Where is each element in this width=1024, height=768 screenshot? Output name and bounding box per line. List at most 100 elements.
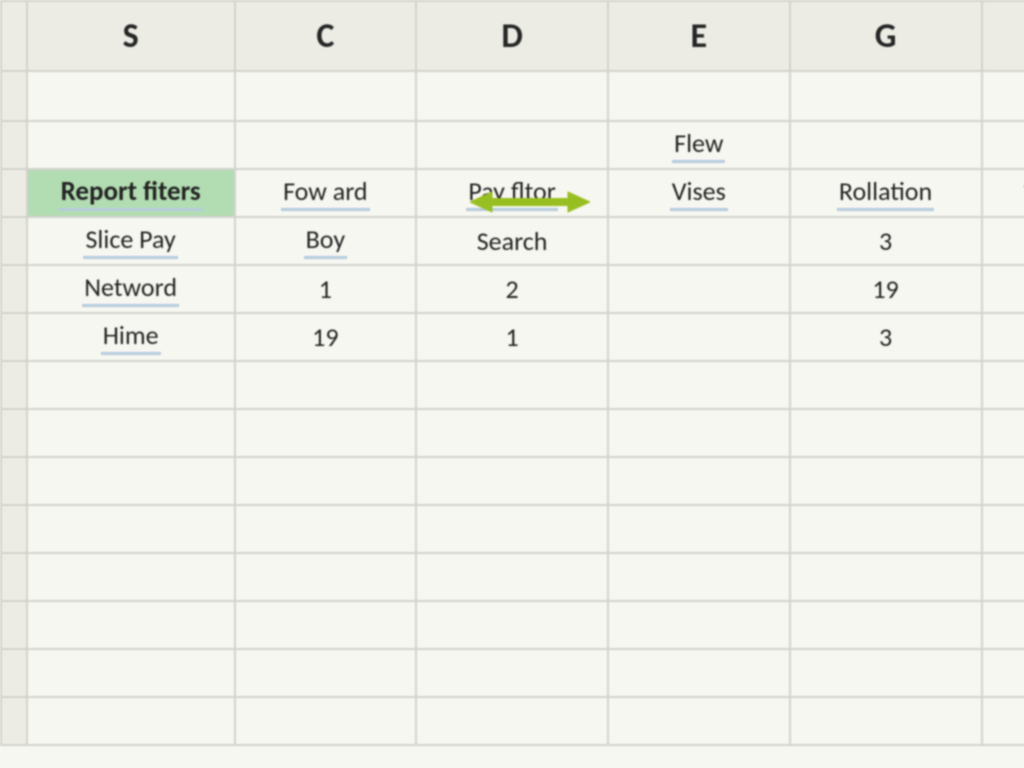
row-3-headers[interactable]: Report fiters Fow ard Pay fltor Vises Ro… xyxy=(1,169,1024,217)
cell[interactable] xyxy=(608,361,789,409)
cell[interactable] xyxy=(235,697,416,745)
row-number[interactable] xyxy=(1,121,27,169)
cell[interactable] xyxy=(416,71,608,121)
cell[interactable] xyxy=(790,71,982,121)
cell[interactable] xyxy=(982,601,1024,649)
cell[interactable] xyxy=(982,71,1024,121)
cell[interactable] xyxy=(982,409,1024,457)
row-number[interactable] xyxy=(1,457,27,505)
cell[interactable] xyxy=(27,697,235,745)
cell[interactable] xyxy=(982,217,1024,265)
cell[interactable] xyxy=(235,601,416,649)
cell[interactable] xyxy=(982,505,1024,553)
cell[interactable] xyxy=(608,697,789,745)
cell[interactable] xyxy=(982,313,1024,361)
row-number[interactable] xyxy=(1,169,27,217)
row-5[interactable]: Netword 1 2 19 xyxy=(1,265,1024,313)
cell[interactable]: Boy xyxy=(235,217,416,265)
cell[interactable] xyxy=(608,505,789,553)
cell[interactable]: Netword xyxy=(27,265,235,313)
row-number[interactable] xyxy=(1,505,27,553)
cell[interactable] xyxy=(608,265,789,313)
cell[interactable] xyxy=(27,409,235,457)
row-8[interactable] xyxy=(1,409,1024,457)
column-header-d[interactable]: D xyxy=(416,1,608,71)
cell[interactable]: 3 xyxy=(790,217,982,265)
cell[interactable] xyxy=(608,313,789,361)
grid-table[interactable]: S C D E G Flew xyxy=(0,0,1024,746)
cell[interactable] xyxy=(790,601,982,649)
cell[interactable] xyxy=(27,121,235,169)
spreadsheet[interactable]: S C D E G Flew xyxy=(0,0,1024,768)
row-7[interactable] xyxy=(1,361,1024,409)
row-10[interactable] xyxy=(1,505,1024,553)
column-header-row[interactable]: S C D E G xyxy=(1,1,1024,71)
cell-report-fiters[interactable]: Report fiters xyxy=(27,169,235,217)
row-1[interactable] xyxy=(1,71,1024,121)
column-header-e[interactable]: E xyxy=(608,1,789,71)
cell[interactable] xyxy=(416,457,608,505)
column-header-c[interactable]: C xyxy=(235,1,416,71)
row-number[interactable] xyxy=(1,361,27,409)
cell[interactable] xyxy=(416,553,608,601)
cell-flew[interactable]: Flew xyxy=(608,121,789,169)
cell[interactable] xyxy=(27,553,235,601)
row-12[interactable] xyxy=(1,601,1024,649)
cell[interactable]: Slice Pay xyxy=(27,217,235,265)
cell-tin[interactable]: Tin xyxy=(982,169,1024,217)
cell[interactable] xyxy=(982,361,1024,409)
cell-payfltor[interactable]: Pay fltor xyxy=(416,169,608,217)
row-number[interactable] xyxy=(1,553,27,601)
cell[interactable] xyxy=(608,649,789,697)
cell[interactable] xyxy=(608,217,789,265)
cell[interactable] xyxy=(982,697,1024,745)
row-4[interactable]: Slice Pay Boy Search 3 xyxy=(1,217,1024,265)
row-2[interactable]: Flew xyxy=(1,121,1024,169)
cell[interactable] xyxy=(27,457,235,505)
cell[interactable] xyxy=(416,649,608,697)
cell[interactable] xyxy=(235,361,416,409)
row-number[interactable] xyxy=(1,265,27,313)
cell[interactable] xyxy=(790,409,982,457)
cell[interactable] xyxy=(27,601,235,649)
cell[interactable] xyxy=(790,697,982,745)
cell[interactable] xyxy=(416,121,608,169)
cell-rollation[interactable]: Rollation xyxy=(790,169,982,217)
select-all-corner[interactable] xyxy=(1,1,27,71)
row-number[interactable] xyxy=(1,409,27,457)
cell[interactable]: 3 xyxy=(790,313,982,361)
cell[interactable] xyxy=(790,361,982,409)
cell[interactable] xyxy=(608,457,789,505)
column-header-s[interactable]: S xyxy=(27,1,235,71)
row-number[interactable] xyxy=(1,313,27,361)
cell[interactable] xyxy=(416,409,608,457)
row-number[interactable] xyxy=(1,601,27,649)
row-13[interactable] xyxy=(1,649,1024,697)
cell-foward[interactable]: Fow ard xyxy=(235,169,416,217)
cell[interactable] xyxy=(235,505,416,553)
row-6[interactable]: Hime 19 1 3 xyxy=(1,313,1024,361)
cell[interactable]: Search xyxy=(416,217,608,265)
cell[interactable] xyxy=(235,409,416,457)
cell[interactable] xyxy=(608,71,789,121)
cell[interactable] xyxy=(790,649,982,697)
cell[interactable] xyxy=(235,553,416,601)
cell[interactable] xyxy=(608,601,789,649)
cell[interactable] xyxy=(790,121,982,169)
row-14[interactable] xyxy=(1,697,1024,745)
cell[interactable]: 1 xyxy=(416,313,608,361)
row-number[interactable] xyxy=(1,217,27,265)
row-11[interactable] xyxy=(1,553,1024,601)
cell[interactable] xyxy=(982,553,1024,601)
cell[interactable] xyxy=(416,601,608,649)
cell[interactable] xyxy=(790,553,982,601)
row-number[interactable] xyxy=(1,697,27,745)
row-number[interactable] xyxy=(1,71,27,121)
cell[interactable] xyxy=(982,265,1024,313)
cell[interactable]: 19 xyxy=(235,313,416,361)
cell[interactable]: 2 xyxy=(416,265,608,313)
cell[interactable] xyxy=(416,505,608,553)
cell[interactable] xyxy=(608,553,789,601)
row-number[interactable] xyxy=(1,649,27,697)
cell[interactable] xyxy=(27,361,235,409)
